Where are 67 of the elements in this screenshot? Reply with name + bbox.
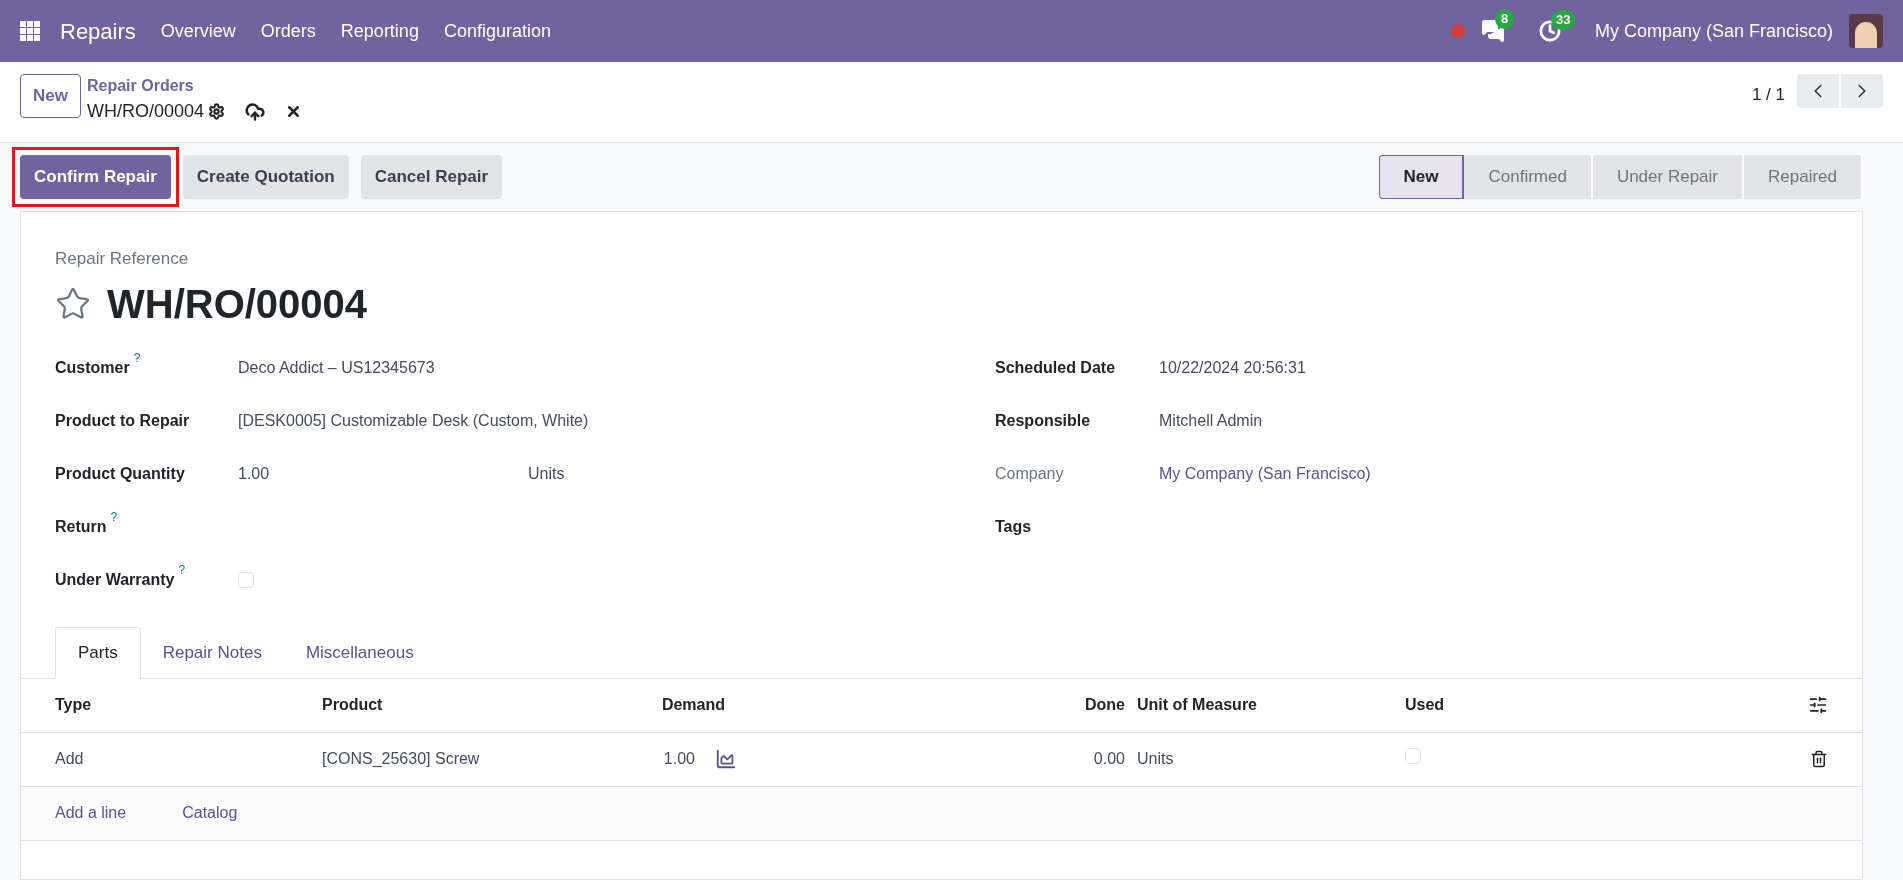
- status-stage[interactable]: New: [1378, 155, 1465, 199]
- field-label: Product Quantity: [55, 463, 185, 484]
- favorite-star-icon[interactable]: [55, 285, 91, 322]
- field-value[interactable]: 10/22/2024 20:56:31: [1159, 358, 1306, 376]
- new-button[interactable]: New: [20, 74, 81, 118]
- field-label: Company: [995, 463, 1064, 484]
- status-stage[interactable]: Confirmed: [1464, 155, 1593, 199]
- table-cell-text: 0.00: [1092, 749, 1126, 769]
- count-badge: 8: [1494, 9, 1515, 29]
- field-caption: Repair Reference: [55, 248, 190, 270]
- menu-item[interactable]: Overview: [160, 17, 236, 45]
- status-stage[interactable]: Repaired: [1744, 155, 1863, 199]
- column-header[interactable]: Unit of Measure: [1137, 693, 1405, 717]
- help-tooltip[interactable]: ?: [110, 508, 118, 525]
- pager-value: 1 / 1: [1751, 84, 1785, 106]
- unit-value[interactable]: Units: [528, 461, 565, 486]
- field-value[interactable]: Deco Addict – US12345673: [238, 358, 435, 376]
- record-title: WH/RO/00004: [107, 280, 368, 328]
- table-cell-text: Units: [1137, 749, 1175, 769]
- table-cell-text: Add: [55, 749, 85, 769]
- menu-item[interactable]: Configuration: [443, 17, 551, 45]
- company-link[interactable]: My Company (San Francisco): [1159, 464, 1371, 482]
- form-tab[interactable]: Miscellaneous: [283, 626, 436, 679]
- delete-icon[interactable]: [1810, 750, 1828, 768]
- column-header[interactable]: Done: [737, 693, 1137, 717]
- warranty-checkbox[interactable]: [238, 571, 254, 588]
- app-menu-icon[interactable]: [20, 21, 40, 41]
- menu-item[interactable]: Reporting: [340, 17, 419, 45]
- field-label: Scheduled Date: [995, 357, 1116, 378]
- action-button[interactable]: Cancel Repair: [360, 155, 503, 199]
- form-tab[interactable]: Parts: [55, 626, 141, 679]
- field-label: Return: [55, 516, 107, 537]
- field-label: Tags: [995, 516, 1032, 537]
- breadcrumb-link[interactable]: Repair Orders: [86, 74, 302, 98]
- settings-icon[interactable]: [208, 103, 225, 120]
- company-switcher[interactable]: My Company (San Francisco): [1594, 17, 1833, 45]
- table-link[interactable]: Catalog: [182, 801, 238, 825]
- column-header[interactable]: Product: [322, 693, 562, 717]
- table-cell-text: 1.00: [663, 749, 695, 769]
- cloud-upload-icon[interactable]: [245, 101, 265, 122]
- field-label: Under Warranty: [55, 569, 175, 590]
- field-value[interactable]: [DESK0005] Customizable Desk (Custom, White): [238, 411, 589, 429]
- close-icon[interactable]: [285, 103, 302, 120]
- help-tooltip[interactable]: ?: [178, 561, 186, 578]
- quantity-value[interactable]: 1.00: [238, 461, 528, 486]
- menu-item[interactable]: Orders: [260, 17, 316, 45]
- user-avatar[interactable]: [1849, 14, 1883, 48]
- column-settings-icon[interactable]: [1808, 695, 1828, 715]
- action-button[interactable]: Create Quotation: [182, 155, 349, 199]
- help-tooltip[interactable]: ?: [133, 349, 141, 366]
- form-tab[interactable]: Repair Notes: [140, 626, 284, 679]
- field-label: Customer: [55, 357, 130, 378]
- column-header[interactable]: Used: [1405, 693, 1705, 717]
- count-badge: 33: [1550, 10, 1576, 30]
- app-title[interactable]: Repairs: [60, 14, 136, 48]
- used-checkbox[interactable]: [1405, 748, 1421, 764]
- action-button[interactable]: Confirm Repair: [20, 155, 171, 199]
- area-chart-icon[interactable]: [715, 748, 737, 770]
- field-label: Product to Repair: [55, 410, 190, 431]
- record-name: WH/RO/00004: [86, 100, 204, 123]
- column-header[interactable]: Type: [55, 693, 322, 717]
- column-header[interactable]: Demand: [562, 693, 737, 717]
- table-link[interactable]: Add a line: [55, 801, 127, 825]
- status-stage[interactable]: Under Repair: [1592, 155, 1744, 199]
- field-value[interactable]: Mitchell Admin: [1159, 411, 1263, 429]
- field-label: Responsible: [995, 410, 1091, 431]
- table-cell-text: [CONS_25630] Screw: [322, 749, 481, 769]
